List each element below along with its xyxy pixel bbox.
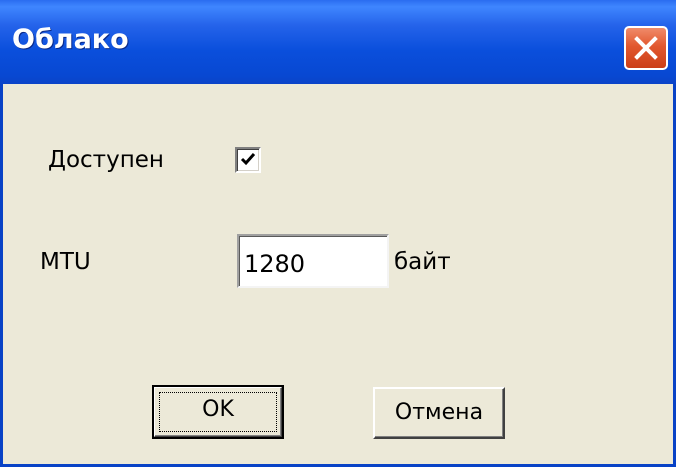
close-icon	[634, 36, 658, 60]
dialog-window: Облако Доступен MTU байт OK Отмена	[0, 0, 676, 467]
cancel-button-label: Отмена	[394, 400, 484, 425]
mtu-unit-label: байт	[394, 249, 451, 275]
available-label: Доступен	[48, 147, 164, 173]
available-checkbox[interactable]	[235, 147, 261, 173]
cancel-button[interactable]: Отмена	[373, 387, 505, 439]
mtu-input[interactable]	[237, 234, 389, 288]
title-bar[interactable]: Облако	[0, 0, 676, 84]
mtu-label: MTU	[40, 249, 91, 275]
close-button[interactable]	[624, 26, 668, 70]
ok-button-label: OK	[202, 397, 234, 422]
checkmark-icon	[240, 153, 256, 166]
ok-button[interactable]: OK	[152, 385, 284, 439]
window-title: Облако	[12, 24, 129, 55]
